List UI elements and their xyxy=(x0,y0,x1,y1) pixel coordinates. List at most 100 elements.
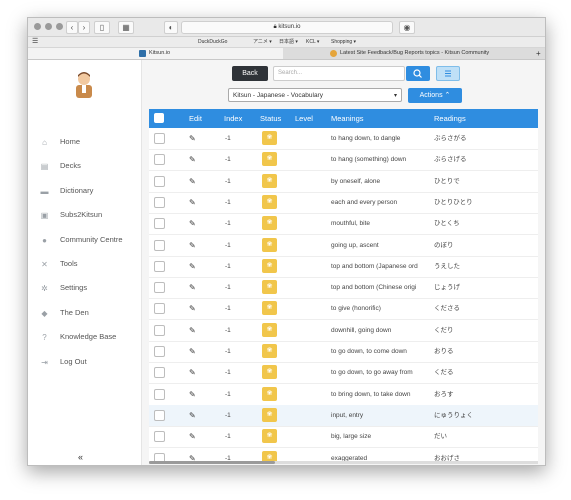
table-row[interactable]: ✎ -1 ❀ to bring down, to take down おろす xyxy=(149,384,538,406)
pencil-icon[interactable]: ✎ xyxy=(189,256,196,277)
actions-button[interactable]: Actions ⌃ xyxy=(408,88,462,103)
horizontal-scrollbar[interactable] xyxy=(149,461,538,464)
pencil-icon[interactable]: ✎ xyxy=(189,213,196,234)
paw-icon[interactable]: ❀ xyxy=(262,407,277,422)
paw-icon[interactable]: ❀ xyxy=(262,365,277,380)
pencil-icon[interactable]: ✎ xyxy=(189,448,196,462)
header-edit[interactable]: Edit xyxy=(189,109,202,128)
sidebar-item-home[interactable]: ⌂ Home xyxy=(39,136,80,148)
table-row[interactable]: ✎ -1 ❀ to go down, to come down おりる xyxy=(149,341,538,363)
avatar[interactable] xyxy=(72,70,96,98)
paw-icon[interactable]: ❀ xyxy=(262,450,277,461)
pencil-icon[interactable]: ✎ xyxy=(189,149,196,170)
back-nav-button[interactable]: ‹ xyxy=(66,21,78,34)
paw-icon[interactable]: ❀ xyxy=(262,216,277,231)
table-row[interactable]: ✎ -1 ❀ mouthful, bite ひとくち xyxy=(149,213,538,236)
row-checkbox[interactable] xyxy=(154,133,165,144)
bookmarks-icon[interactable]: ☰ xyxy=(32,37,38,47)
extension-icon[interactable]: ◉ xyxy=(399,21,415,34)
privacy-icon[interactable]: ◐ xyxy=(164,21,178,34)
table-row[interactable]: ✎ -1 ❀ to hang (something) down ぶらさげる xyxy=(149,149,538,172)
minimize-window-button[interactable] xyxy=(45,23,52,30)
table-row[interactable]: ✎ -1 ❀ by oneself, alone ひとりで xyxy=(149,171,538,193)
sidebar-item-log-out[interactable]: ⇥ Log Out xyxy=(39,356,87,368)
row-checkbox[interactable] xyxy=(154,282,165,294)
header-meanings[interactable]: Meanings xyxy=(331,109,364,128)
sidebar-item-decks[interactable]: ▤ Decks xyxy=(39,160,81,172)
paw-icon[interactable]: ❀ xyxy=(262,301,277,316)
table-row[interactable]: ✎ -1 ❀ downhill, going down くだり xyxy=(149,320,538,342)
paw-icon[interactable]: ❀ xyxy=(262,322,277,337)
header-index[interactable]: Index xyxy=(224,109,242,128)
pencil-icon[interactable]: ✎ xyxy=(189,426,196,447)
sidebar-item-dictionary[interactable]: ▬ Dictionary xyxy=(39,185,94,197)
row-checkbox[interactable] xyxy=(154,175,165,187)
pencil-icon[interactable]: ✎ xyxy=(189,298,196,319)
row-checkbox[interactable] xyxy=(154,367,165,379)
table-row[interactable]: ✎ -1 ❀ to give (honorific) くださる xyxy=(149,298,538,321)
table-row[interactable]: ✎ -1 ❀ exaggerated おおげさ xyxy=(149,448,538,462)
pencil-icon[interactable]: ✎ xyxy=(189,405,196,426)
search-button[interactable] xyxy=(406,66,430,81)
row-checkbox[interactable] xyxy=(154,346,165,357)
paw-icon[interactable]: ❀ xyxy=(262,173,277,188)
pencil-icon[interactable]: ✎ xyxy=(189,235,196,256)
favorite-shopping[interactable]: Shopping ▾ xyxy=(331,37,356,47)
sidebar-item-the-den[interactable]: ◆ The Den xyxy=(39,307,88,319)
table-row[interactable]: ✎ -1 ❀ to hang down, to dangle ぶらさがる xyxy=(149,128,538,150)
table-row[interactable]: ✎ -1 ❀ big, large size だい xyxy=(149,426,538,449)
paw-icon[interactable]: ❀ xyxy=(262,386,277,401)
favorite-kcl[interactable]: KCL ▾ xyxy=(306,37,319,47)
tab-overview-icon[interactable]: ▦ xyxy=(118,21,134,34)
pencil-icon[interactable]: ✎ xyxy=(189,362,196,383)
header-status[interactable]: Status xyxy=(260,109,281,128)
menu-button[interactable] xyxy=(436,66,460,81)
paw-icon[interactable]: ❀ xyxy=(262,258,277,273)
search-input[interactable]: Search... xyxy=(273,66,405,81)
paw-icon[interactable]: ❀ xyxy=(262,429,277,444)
pencil-icon[interactable]: ✎ xyxy=(189,341,196,362)
collapse-sidebar-button[interactable]: « xyxy=(78,452,83,462)
favorite-anime[interactable]: アニメ ▾ xyxy=(253,37,272,47)
header-level[interactable]: Level xyxy=(295,109,313,128)
address-bar[interactable]: 🔒︎ kitsun.io xyxy=(181,21,393,34)
back-button[interactable]: Back xyxy=(232,66,268,81)
zoom-window-button[interactable] xyxy=(56,23,63,30)
table-row[interactable]: ✎ -1 ❀ going up, ascent のぼり xyxy=(149,235,538,257)
sidebar-item-settings[interactable]: ✲ Settings xyxy=(39,282,87,294)
new-tab-button[interactable]: + xyxy=(536,48,541,59)
favorite-duckduckgo[interactable]: DuckDuckGo xyxy=(198,37,227,47)
row-checkbox[interactable] xyxy=(154,218,165,230)
row-checkbox[interactable] xyxy=(154,303,165,315)
paw-icon[interactable]: ❀ xyxy=(262,344,277,358)
row-checkbox[interactable] xyxy=(154,154,165,166)
row-checkbox[interactable] xyxy=(154,196,165,208)
header-readings[interactable]: Readings xyxy=(434,109,466,128)
table-row[interactable]: ✎ -1 ❀ to go down, to go away from くだる xyxy=(149,362,538,385)
paw-icon[interactable]: ❀ xyxy=(262,131,277,145)
table-row[interactable]: ✎ -1 ❀ top and bottom (Chinese origi じょうげ xyxy=(149,277,538,300)
pencil-icon[interactable]: ✎ xyxy=(189,277,196,298)
sidebar-item-knowledge-base[interactable]: ? Knowledge Base xyxy=(39,331,116,343)
scrollbar-thumb[interactable] xyxy=(149,461,275,464)
pencil-icon[interactable]: ✎ xyxy=(189,320,196,341)
table-row[interactable]: ✎ -1 ❀ top and bottom (Japanese ord うえした xyxy=(149,256,538,278)
row-checkbox[interactable] xyxy=(154,239,165,251)
favorite-nihongo[interactable]: 日本語 ▾ xyxy=(279,37,298,47)
paw-icon[interactable]: ❀ xyxy=(262,152,277,167)
table-row[interactable]: ✎ -1 ❀ input, entry にゅうりょく xyxy=(149,404,538,427)
sidebar-item-community-centre[interactable]: ● Community Centre xyxy=(39,234,122,246)
row-checkbox[interactable] xyxy=(154,324,165,336)
forward-nav-button[interactable]: › xyxy=(78,21,90,34)
pencil-icon[interactable]: ✎ xyxy=(189,192,196,213)
row-checkbox[interactable] xyxy=(154,260,165,272)
paw-icon[interactable]: ❀ xyxy=(262,237,277,252)
pencil-icon[interactable]: ✎ xyxy=(189,128,196,149)
close-window-button[interactable] xyxy=(34,23,41,30)
paw-icon[interactable]: ❀ xyxy=(262,280,277,295)
tab-community[interactable]: Latest Site Feedback/Bug Reports topics … xyxy=(284,48,534,59)
row-checkbox[interactable] xyxy=(154,388,165,400)
deck-select[interactable]: Kitsun - Japanese - Vocabulary ▾ xyxy=(228,88,402,102)
pencil-icon[interactable]: ✎ xyxy=(189,171,196,192)
table-row[interactable]: ✎ -1 ❀ each and every person ひとりひとり xyxy=(149,192,538,214)
